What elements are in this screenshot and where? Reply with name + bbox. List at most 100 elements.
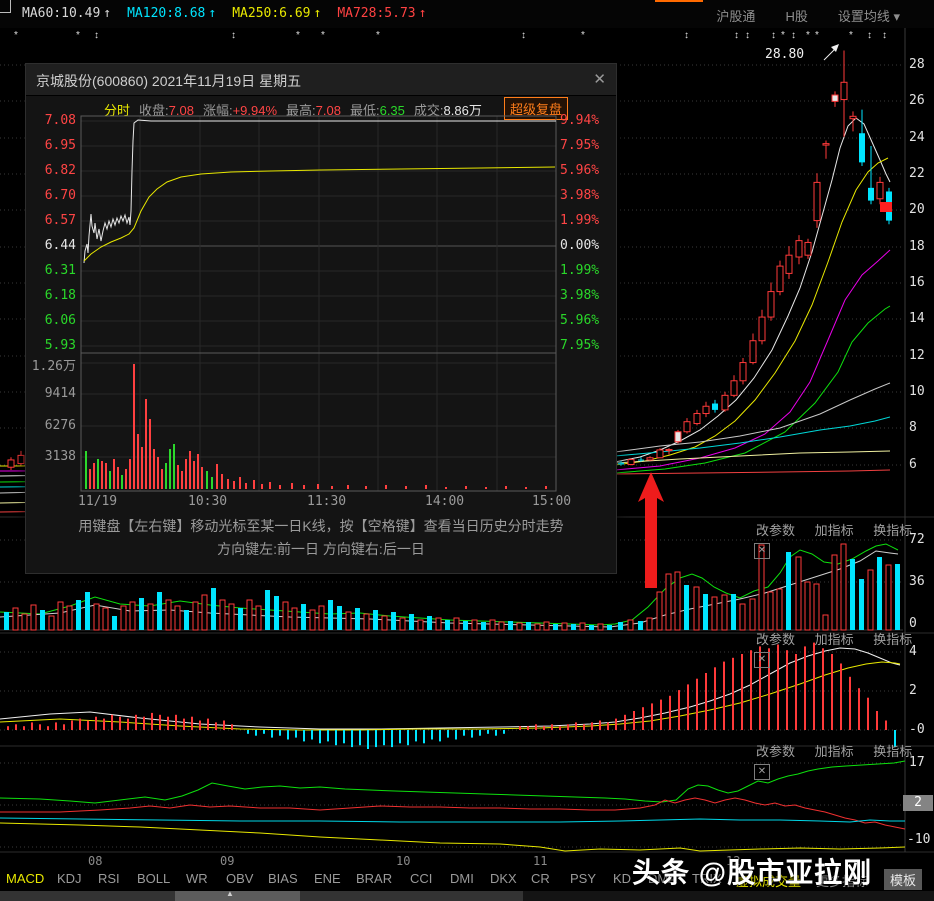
tab-DMI[interactable]: DMI [450,871,474,886]
tab-KDJ[interactable]: KDJ [57,871,82,886]
panel1-switch-indicator[interactable]: 换指标 [873,523,912,538]
price-axis-label: 16 [909,275,934,290]
panel-axis-label: 4 [909,644,934,659]
price-axis-label: 20 [909,202,934,217]
link-hugutong[interactable]: 沪股通 [716,6,755,25]
panel1-change-params[interactable]: 改参数 [756,523,795,538]
price-axis-label: 18 [909,239,934,254]
event-marker-icon: ↕ [745,30,750,42]
popup-left-axis-label: 6.70 [34,188,76,203]
panel1-add-indicator[interactable]: 加指标 [815,523,854,538]
event-marker-icon: ↕ [791,30,796,42]
horizontal-scrollbar[interactable]: ▲ [0,890,934,901]
event-marker-icon: ↕ [231,30,236,42]
event-marker-icon: ↕ [882,30,887,42]
panel2-switch-indicator[interactable]: 换指标 [873,632,912,647]
event-marker-icon: ↕ [684,30,689,42]
tab-模板[interactable]: 模板 [884,869,922,890]
popup-time-axis-label: 15:00 [532,494,571,509]
popup-left-axis-label: 6.57 [34,213,76,228]
panel1-header: 改参数 加指标 换指标 ✕ [740,520,934,559]
scrollbar-grip-icon: ▲ [226,889,234,898]
tab-CCI[interactable]: CCI [410,871,432,886]
popup-volume-axis-label: 1.26万 [30,355,76,374]
panel2-change-params[interactable]: 改参数 [756,632,795,647]
tab-PSY[interactable]: PSY [570,871,596,886]
popup-volume-axis-label: 3138 [30,449,76,464]
tab-BIAS[interactable]: BIAS [268,871,298,886]
chevron-down-icon: ▾ [893,9,900,24]
panel-axis-label: -10 [907,832,934,847]
price-axis-label: 22 [909,166,934,181]
tab-OBV[interactable]: OBV [226,871,253,886]
up-arrow-icon: ↑ [103,6,111,21]
popup-time-axis-label: 11/19 [78,494,117,509]
timeline-year-label: 11 [533,854,547,868]
panel3-header: 改参数 加指标 换指标 ✕ [740,741,934,780]
popup-right-axis-label: 5.96% [560,163,599,178]
event-marker-icon: ↕ [94,30,99,42]
timeline-year-label: 10 [396,854,410,868]
popup-right-axis-label: 7.95% [560,138,599,153]
popup-time-axis-label: 11:30 [307,494,346,509]
up-arrow-icon: ↑ [419,6,427,21]
popup-left-axis-label: 6.18 [34,288,76,303]
peak-price-label: 28.80 [765,47,804,62]
link-set-ma[interactable]: 设置均线 ▾ [838,6,900,25]
tab-KD[interactable]: KD [613,871,631,886]
panel3-close-icon[interactable]: ✕ [754,764,770,780]
price-axis-label: 28 [909,57,934,72]
popup-left-axis-label: 6.82 [34,163,76,178]
watermark: 头条 @股市亚拉刚 [632,851,872,891]
panel2-add-indicator[interactable]: 加指标 [815,632,854,647]
popup-left-axis-label: 6.31 [34,263,76,278]
tab-DKX[interactable]: DKX [490,871,517,886]
tab-ENE[interactable]: ENE [314,871,341,886]
panel-axis-label: 0 [909,616,934,631]
panel2-close-icon[interactable]: ✕ [754,652,770,668]
intraday-replay-popup: 京城股份(600860) 2021年11月19日 星期五 ✕ 分时 收盘:7.0… [25,63,617,574]
panel3-add-indicator[interactable]: 加指标 [815,744,854,759]
event-marker-icon: * [781,30,785,42]
event-marker-icon: ↕ [867,30,872,42]
panel3-change-params[interactable]: 改参数 [756,744,795,759]
popup-left-axis-label: 7.08 [34,113,76,128]
peak-arrowhead-icon [831,44,839,52]
panel-axis-label: 2 [909,683,934,698]
tab-WR[interactable]: WR [186,871,208,886]
price-axis-label: 10 [909,384,934,399]
popup-right-axis-label: 0.00% [560,238,599,253]
ma-values-row: MA60:10.49↑MA120:8.68↑MA250:6.69↑MA728:5… [22,6,426,21]
tab-RSI[interactable]: RSI [98,871,120,886]
event-marker-icon: * [76,30,80,42]
event-marker-icon: * [14,30,18,42]
popup-left-axis-label: 6.06 [34,313,76,328]
panel3-switch-indicator[interactable]: 换指标 [873,744,912,759]
tab-MACD[interactable]: MACD [6,871,44,886]
topbar-links: 沪股通 H股 设置均线 ▾ [716,6,900,25]
popup-left-axis-label: 6.95 [34,138,76,153]
last-price-marker [880,202,892,212]
panel1-close-icon[interactable]: ✕ [754,543,770,559]
panel3-current-value-badge: 2 [903,795,933,811]
price-axis-label: 26 [909,93,934,108]
popup-right-axis-label: 5.96% [560,313,599,328]
link-hstock[interactable]: H股 [785,6,807,25]
event-marker-icon: * [806,30,810,42]
price-axis-label: 12 [909,348,934,363]
event-marker-icon: * [581,30,585,42]
tab-BRAR[interactable]: BRAR [356,871,392,886]
p3-cyan-line [0,818,905,822]
popup-right-axis-label: 3.98% [560,188,599,203]
ma-value-3: MA728:5.73↑ [337,6,426,21]
tab-BOLL[interactable]: BOLL [137,871,170,886]
tab-CR[interactable]: CR [531,871,550,886]
up-arrow-icon: ↑ [208,6,216,21]
event-marker-icon: ↕ [771,30,776,42]
active-tab-underline [655,0,703,2]
corner-widget [0,0,11,13]
popup-help-line2: 方向键左:前一日 方向键右:后一日 [26,539,616,559]
panel2-header: 改参数 加指标 换指标 ✕ [740,629,934,668]
event-marker-icon: ↕ [521,30,526,42]
event-marker-icon: * [849,30,853,42]
